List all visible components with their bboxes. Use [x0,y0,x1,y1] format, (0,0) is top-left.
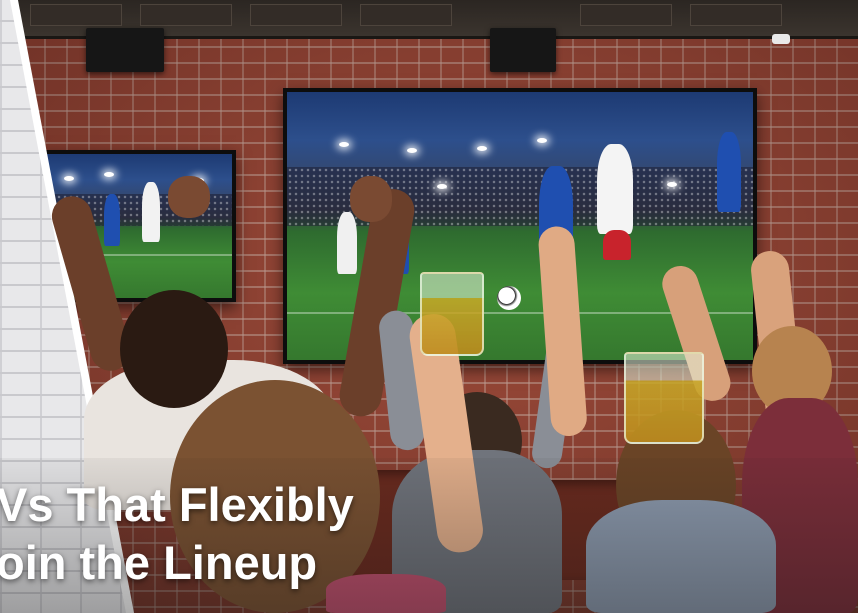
stadium-light [104,172,114,177]
headline: Vs That Flexibly oin the Lineup [0,476,354,592]
sports-bar-scene: Vs That Flexibly oin the Lineup [0,0,858,613]
ceiling-tile [690,4,782,26]
soccer-ball [497,286,521,310]
ceiling-tile [140,4,232,26]
player-red-shorts [603,230,631,260]
ceiling-tile [360,4,452,26]
fan-fist [168,176,210,218]
beer-glass [624,352,704,444]
fan-fist [350,176,392,222]
ceiling-tile [580,4,672,26]
player-white [337,212,357,274]
ceiling-tile [250,4,342,26]
security-camera-icon [772,34,790,44]
player-white-defender [597,144,633,234]
beer-glass [420,272,484,356]
player-blue [104,194,120,246]
stadium-light [667,182,677,187]
stadium-light [339,142,349,147]
player-blue [717,132,741,212]
headline-line-1: Vs That Flexibly [0,478,354,531]
fan-head [120,290,228,408]
ceiling-tile [30,4,122,26]
headline-line-2: oin the Lineup [0,536,318,589]
speaker-icon [86,28,164,72]
stadium-light [437,184,447,189]
player-white [142,182,160,242]
stadium-light [407,148,417,153]
stadium-light [537,138,547,143]
stadium-light [64,176,74,181]
speaker-icon [490,28,556,72]
stadium-light [477,146,487,151]
